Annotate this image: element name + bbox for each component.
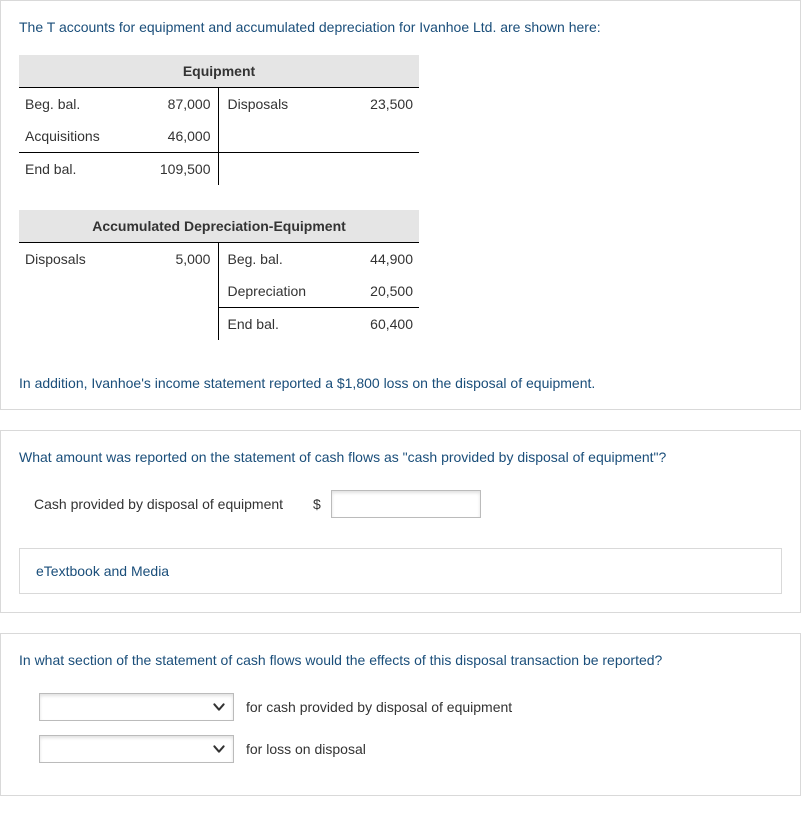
ad-r2-lval: [135, 308, 219, 341]
problem-panel: The T accounts for equipment and accumul…: [0, 0, 801, 410]
dollar-sign: $: [313, 496, 321, 512]
ad-r0-lval: 5,000: [135, 243, 219, 276]
eq-r2-lval: 109,500: [135, 153, 219, 186]
accdep-title: Accumulated Depreciation-Equipment: [19, 210, 419, 243]
ad-r2-llabel: [19, 308, 135, 341]
eq-r1-rval: [335, 120, 419, 153]
q1-answer-row: Cash provided by disposal of equipment $: [19, 490, 782, 518]
intro-text: The T accounts for equipment and accumul…: [19, 19, 782, 35]
equipment-t-account: Equipment Beg. bal. 87,000 Disposals 23,…: [19, 55, 419, 185]
q2-row1: for cash provided by disposal of equipme…: [19, 693, 782, 721]
equipment-title: Equipment: [19, 55, 419, 88]
ad-r0-rlabel: Beg. bal.: [219, 243, 335, 276]
etextbook-media-button[interactable]: eTextbook and Media: [19, 548, 782, 594]
eq-r0-lval: 87,000: [135, 88, 219, 121]
eq-r0-llabel: Beg. bal.: [19, 88, 135, 121]
ad-r1-rval: 20,500: [335, 275, 419, 308]
q1-question: What amount was reported on the statemen…: [19, 449, 782, 465]
eq-r0-rlabel: Disposals: [219, 88, 335, 121]
accdep-t-account: Accumulated Depreciation-Equipment Dispo…: [19, 210, 419, 340]
ad-r0-rval: 44,900: [335, 243, 419, 276]
cash-provided-input[interactable]: [331, 490, 481, 518]
ad-r0-llabel: Disposals: [19, 243, 135, 276]
q1-input-label: Cash provided by disposal of equipment: [34, 496, 283, 512]
eq-r2-rlabel: [219, 153, 335, 186]
q2-question: In what section of the statement of cash…: [19, 652, 782, 668]
etextbook-label: eTextbook and Media: [36, 563, 169, 579]
eq-r1-lval: 46,000: [135, 120, 219, 153]
section-select-cash-provided[interactable]: [39, 693, 234, 721]
eq-r1-llabel: Acquisitions: [19, 120, 135, 153]
q2-row2: for loss on disposal: [19, 735, 782, 763]
ad-r1-lval: [135, 275, 219, 308]
loss-text: In addition, Ivanhoe's income statement …: [19, 375, 782, 391]
question2-panel: In what section of the statement of cash…: [0, 633, 801, 796]
ad-r1-llabel: [19, 275, 135, 308]
chevron-down-icon: [211, 699, 227, 715]
eq-r2-rval: [335, 153, 419, 186]
ad-r2-rval: 60,400: [335, 308, 419, 341]
eq-r0-rval: 23,500: [335, 88, 419, 121]
q2-row1-suffix: for cash provided by disposal of equipme…: [246, 699, 512, 715]
q2-row2-suffix: for loss on disposal: [246, 741, 366, 757]
ad-r2-rlabel: End bal.: [219, 308, 335, 341]
eq-r1-rlabel: [219, 120, 335, 153]
eq-r2-llabel: End bal.: [19, 153, 135, 186]
ad-r1-rlabel: Depreciation: [219, 275, 335, 308]
chevron-down-icon: [211, 741, 227, 757]
section-select-loss[interactable]: [39, 735, 234, 763]
question1-panel: What amount was reported on the statemen…: [0, 430, 801, 613]
